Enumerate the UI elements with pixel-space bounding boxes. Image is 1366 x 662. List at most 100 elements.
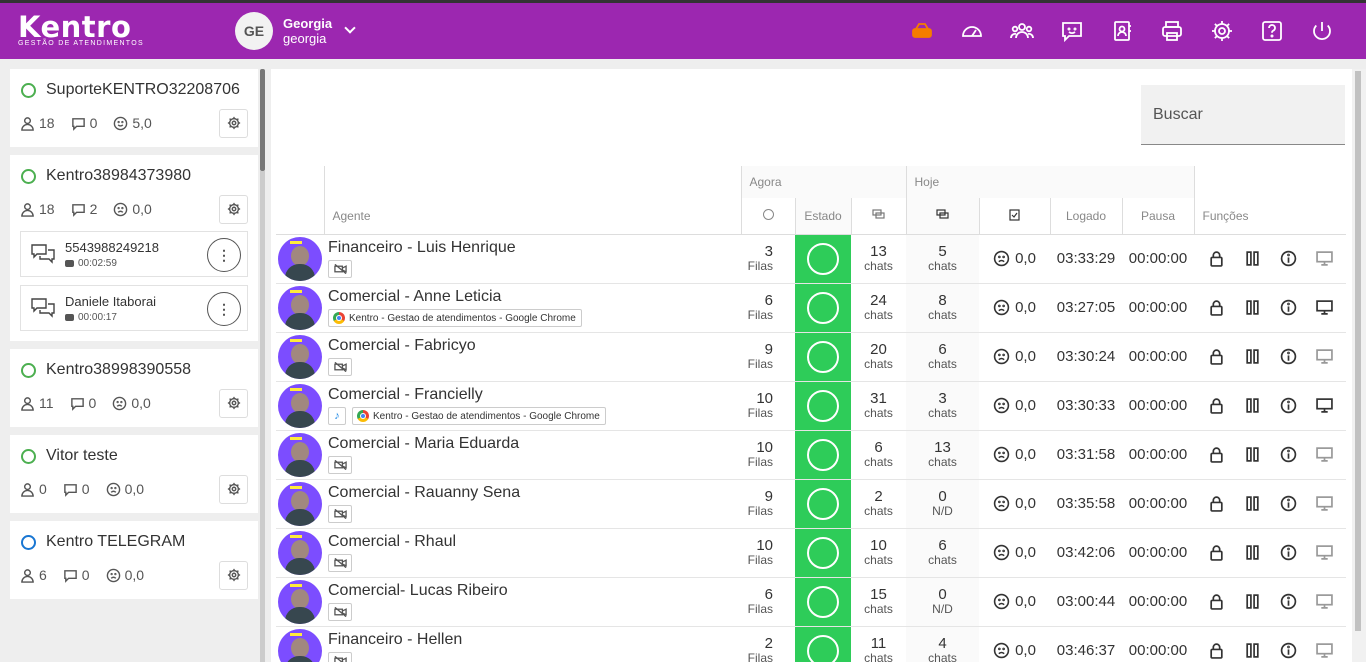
lock-icon[interactable] [1208,446,1225,463]
agent-avatar[interactable] [278,530,322,575]
agent-row[interactable]: Comercial - Francielly ♪ Kentro - Gestao d… [276,381,1346,431]
more-options-button[interactable]: ⋮ [207,292,241,326]
pause-icon[interactable] [1244,299,1261,316]
agent-row[interactable]: Financeiro - Hellen 2 Filas 11 chats 4 chats 0,… [276,626,1346,662]
monitor-icon[interactable] [1315,593,1333,610]
main-scrollbar-thumb[interactable] [1355,71,1361,631]
col-chats-now[interactable] [850,198,906,235]
pause-icon[interactable] [1244,446,1261,463]
info-icon[interactable] [1280,544,1297,561]
chevron-down-icon[interactable] [344,22,356,34]
pause-icon[interactable] [1244,642,1261,659]
monitor-icon[interactable] [1315,348,1333,365]
col-chats-today[interactable] [905,198,979,235]
kentro-logo[interactable]: Kentro Gestão de atendimentos [18,12,144,47]
info-icon[interactable] [1280,593,1297,610]
agent-avatar[interactable] [278,383,322,428]
lock-icon[interactable] [1208,299,1225,316]
col-logado[interactable]: Logado [1049,198,1122,235]
queue-card[interactable]: Kentro TELEGRAM 6 0 0,0 [10,521,258,599]
agent-row[interactable]: Comercial - Anne Leticia Kentro - Gestao … [276,283,1346,333]
agent-row[interactable]: Comercial - Maria Eduarda 10 Filas 6 chats 13… [276,430,1346,480]
status-online[interactable] [795,234,851,284]
monitor-icon[interactable] [1315,250,1333,267]
chat-item[interactable]: 5543988249218 00:02:59 ⋮ [20,231,248,277]
status-online[interactable] [795,381,851,431]
info-icon[interactable] [1280,642,1297,659]
col-agente[interactable]: Agente [323,198,741,235]
lock-icon[interactable] [1208,495,1225,512]
lock-icon[interactable] [1208,642,1225,659]
lock-icon[interactable] [1208,544,1225,561]
search-input[interactable]: Buscar [1141,85,1345,145]
settings-gear-icon[interactable] [1204,13,1240,49]
status-online[interactable] [795,332,851,382]
queue-settings-button[interactable] [219,560,248,590]
info-icon[interactable] [1280,446,1297,463]
monitor-icon[interactable] [1315,299,1333,316]
chat-message-icon[interactable] [1054,13,1090,49]
pause-icon[interactable] [1244,544,1261,561]
status-online[interactable] [795,479,851,529]
pause-icon[interactable] [1244,397,1261,414]
chat-item[interactable]: Daniele Itaborai 00:00:17 ⋮ [20,285,248,331]
pause-icon[interactable] [1244,593,1261,610]
monitor-icon[interactable] [1315,446,1333,463]
pause-icon[interactable] [1244,495,1261,512]
monitor-icon[interactable] [1315,642,1333,659]
agent-row[interactable]: Comercial - Rauanny Sena 9 Filas 2 chats 0 N/D… [276,479,1346,529]
queue-card[interactable]: Vitor teste 0 0 0,0 [10,435,258,513]
power-icon[interactable] [1304,13,1340,49]
more-options-button[interactable]: ⋮ [207,238,241,272]
agent-avatar[interactable] [278,334,322,379]
info-icon[interactable] [1280,495,1297,512]
agent-avatar[interactable] [278,285,322,330]
queue-card[interactable]: Kentro38998390558 11 0 0,0 [10,349,258,427]
info-icon[interactable] [1280,397,1297,414]
monitor-icon[interactable] [1315,544,1333,561]
contacts-book-icon[interactable] [1104,13,1140,49]
lock-icon[interactable] [1208,593,1225,610]
lock-icon[interactable] [1208,250,1225,267]
col-pausa[interactable]: Pausa [1121,198,1194,235]
main-scrollbar[interactable] [1352,69,1366,662]
user-avatar[interactable]: GE [235,12,273,50]
status-online[interactable] [795,430,851,480]
agent-row[interactable]: Comercial - Rhaul 10 Filas 10 chats 6 chats 0,0… [276,528,1346,578]
monitor-icon[interactable] [1315,397,1333,414]
queue-card[interactable]: SuporteKENTRO32208706 18 0 5,0 [10,69,258,147]
lock-icon[interactable] [1208,348,1225,365]
info-icon[interactable] [1280,250,1297,267]
info-icon[interactable] [1280,299,1297,316]
agent-row[interactable]: Comercial- Lucas Ribeiro 6 Filas 15 chats 0 N/… [276,577,1346,627]
agent-row[interactable]: Financeiro - Luis Henrique 3 Filas 13 chats 5… [276,234,1346,284]
status-online[interactable] [795,577,851,627]
col-rating[interactable] [978,198,1050,235]
agent-avatar[interactable] [278,481,322,526]
agent-row[interactable]: Comercial - Fabricyo 9 Filas 20 chats 6 chats 0… [276,332,1346,382]
queue-settings-button[interactable] [219,194,248,224]
help-icon[interactable] [1254,13,1290,49]
lock-icon[interactable] [1208,397,1225,414]
info-icon[interactable] [1280,348,1297,365]
users-group-icon[interactable] [1004,13,1040,49]
sidebar-scrollbar-track[interactable] [260,171,265,662]
col-filas[interactable] [740,198,795,235]
agent-avatar[interactable] [278,579,322,624]
user-menu[interactable]: GE Georgia georgia [235,12,356,50]
queue-card[interactable]: Kentro38984373980 18 2 0,0 5543988249218 00:0… [10,155,258,341]
pause-icon[interactable] [1244,250,1261,267]
monitor-icon[interactable] [1315,495,1333,512]
pause-icon[interactable] [1244,348,1261,365]
status-online[interactable] [795,283,851,333]
status-online[interactable] [795,528,851,578]
queue-settings-button[interactable] [219,474,248,504]
agent-avatar[interactable] [278,628,322,662]
sidebar-scrollbar-thumb[interactable] [260,69,265,171]
status-online[interactable] [795,626,851,662]
queue-settings-button[interactable] [219,108,248,138]
dashboard-gauge-icon[interactable] [954,13,990,49]
printer-icon[interactable] [1154,13,1190,49]
queue-settings-button[interactable] [219,388,248,418]
agent-avatar[interactable] [278,432,322,477]
